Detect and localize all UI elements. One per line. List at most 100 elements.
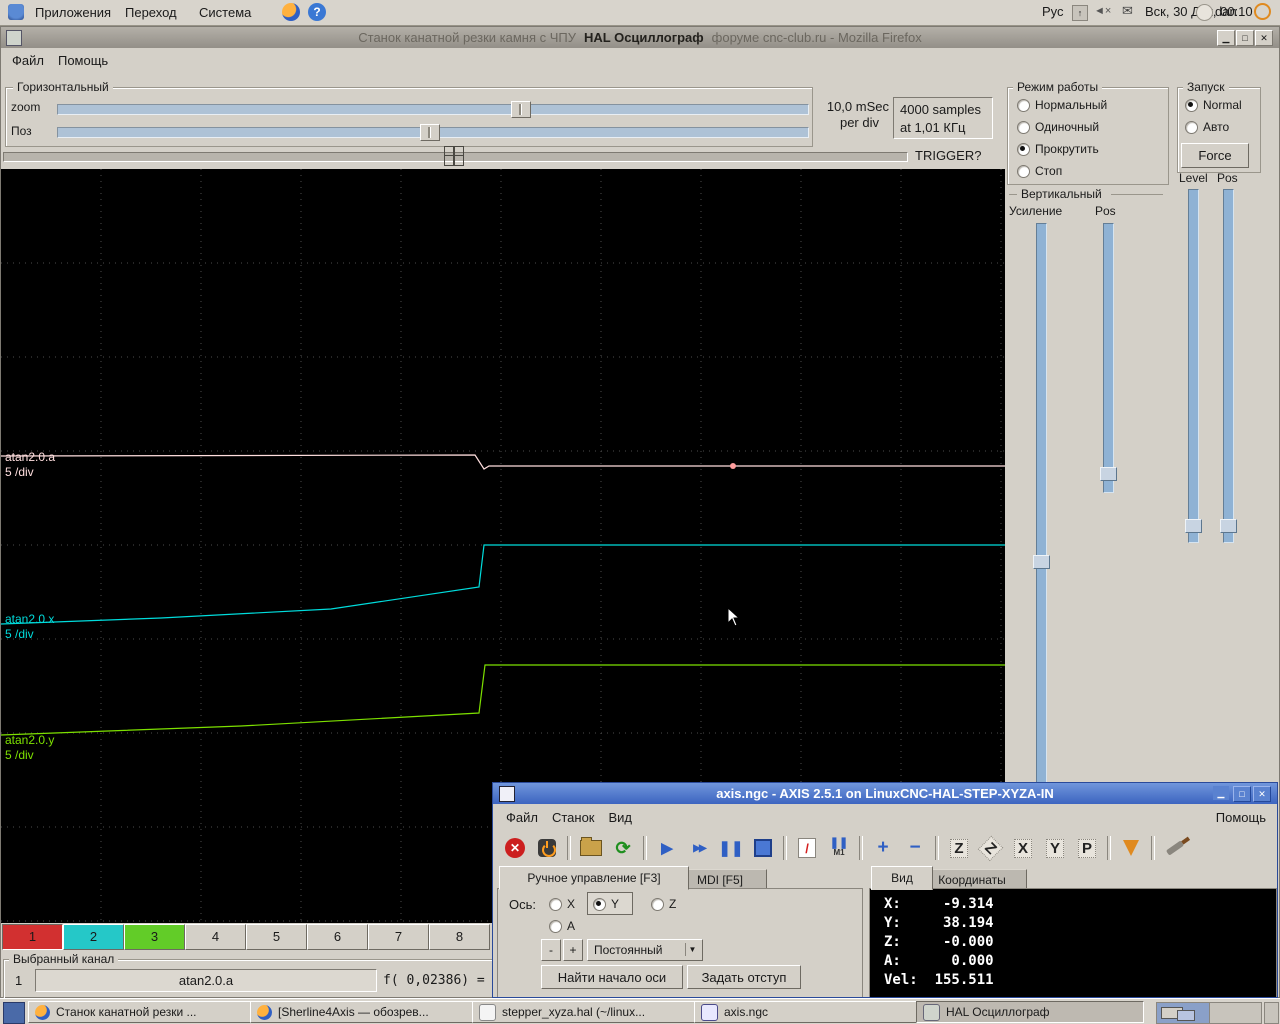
mouse-cursor: [727, 607, 741, 630]
machine-power-icon[interactable]: [533, 834, 561, 862]
keyboard-layout-indicator[interactable]: Рус: [1042, 4, 1064, 19]
taskbar-item-axis[interactable]: axis.ngc: [694, 1001, 922, 1023]
axis-close-button[interactable]: ✕: [1253, 786, 1271, 802]
run-mode-single[interactable]: Одиночный: [1017, 120, 1099, 134]
run-icon[interactable]: ▶: [653, 834, 681, 862]
optional-pause-icon[interactable]: ❚❚M1: [825, 834, 853, 862]
vertical-pos-slider-trough[interactable]: [1103, 223, 1114, 493]
axis-window: axis.ngc - AXIS 2.5.1 on LinuxCNC-HAL-ST…: [492, 782, 1278, 998]
channel-8-button[interactable]: 8: [429, 924, 490, 950]
menu-applications[interactable]: Приложения: [28, 3, 118, 22]
maximize-button[interactable]: □: [1236, 30, 1254, 46]
taskbar-end-widget[interactable]: [1264, 1002, 1279, 1024]
channel-5-button[interactable]: 5: [246, 924, 307, 950]
workspace-1[interactable]: [1157, 1003, 1210, 1023]
view-x-icon[interactable]: X: [1009, 834, 1037, 862]
reload-icon[interactable]: ⟳: [609, 834, 637, 862]
axis-menu-machine[interactable]: Станок: [545, 808, 602, 827]
user-switcher-icon[interactable]: [1196, 4, 1213, 21]
axis-menu-file[interactable]: Файл: [499, 808, 545, 827]
taskbar-item-editor[interactable]: stepper_xyza.hal (~/linux...: [472, 1001, 700, 1023]
estop-icon[interactable]: ✕: [501, 834, 529, 862]
clear-plot-icon[interactable]: [1161, 834, 1189, 862]
taskbar-item-firefox-2[interactable]: [Sherline4Axis — обозрев...: [250, 1001, 478, 1023]
run-mode-stop[interactable]: Стоп: [1017, 164, 1062, 178]
axis-titlebar[interactable]: axis.ngc - AXIS 2.5.1 on LinuxCNC-HAL-ST…: [493, 783, 1277, 804]
run-mode-normal[interactable]: Нормальный: [1017, 98, 1107, 112]
menu-help[interactable]: Помощь: [51, 51, 115, 70]
channel-2-button[interactable]: 2: [63, 924, 124, 950]
show-desktop-button[interactable]: [3, 1002, 25, 1024]
trigger-auto[interactable]: Авто: [1185, 120, 1229, 134]
channel-1-button[interactable]: 1: [2, 924, 63, 950]
tool-cone-icon[interactable]: [1117, 834, 1145, 862]
level-slider-handle[interactable]: [1185, 519, 1202, 533]
zoom-in-icon[interactable]: +: [869, 834, 897, 862]
toolbar-separator: [643, 836, 647, 860]
axis-radio-a[interactable]: A: [549, 919, 575, 933]
selected-channel-signal-field[interactable]: atan2.0.a: [35, 969, 377, 992]
axis-menu-view[interactable]: Вид: [602, 808, 640, 827]
halscope-titlebar[interactable]: Станок канатной резки камня с ЧПУ HAL Ос…: [1, 27, 1279, 48]
skip-lines-icon[interactable]: /: [793, 834, 821, 862]
workspace-2[interactable]: [1210, 1003, 1262, 1023]
minimize-button[interactable]: ▁: [1217, 30, 1235, 46]
channel-4-button[interactable]: 4: [185, 924, 246, 950]
tab-dro[interactable]: Координаты: [917, 869, 1027, 890]
open-file-icon[interactable]: [577, 834, 605, 862]
channel-3-button[interactable]: 3: [124, 924, 185, 950]
dro-a: A: 0.000: [884, 952, 1276, 971]
workspace-switcher[interactable]: [1156, 1002, 1262, 1024]
pause-icon[interactable]: ❚❚: [717, 834, 745, 862]
jog-minus-button[interactable]: -: [541, 939, 561, 961]
firefox-launcher-icon[interactable]: [282, 3, 300, 21]
gain-slider-handle[interactable]: [1033, 555, 1050, 569]
user-name[interactable]: dan: [1215, 4, 1237, 19]
zoom-slider-trough[interactable]: [57, 104, 809, 115]
view-z-icon[interactable]: Z: [945, 834, 973, 862]
trigger-normal[interactable]: Normal: [1185, 98, 1242, 112]
trigger-pos-slider-trough[interactable]: [1223, 189, 1234, 543]
position-slider-handle[interactable]: [420, 124, 440, 141]
volume-muted-icon[interactable]: ◄×: [1094, 5, 1111, 17]
taskbar-item-firefox-1[interactable]: Станок канатной резки ...: [28, 1001, 256, 1023]
axis-minimize-button[interactable]: ▁: [1213, 786, 1229, 800]
channel-7-button[interactable]: 7: [368, 924, 429, 950]
axis-maximize-button[interactable]: □: [1233, 786, 1251, 802]
help-launcher-icon[interactable]: ?: [308, 3, 326, 21]
trigger-position-handle[interactable]: [444, 146, 464, 166]
axis-radio-x[interactable]: X: [549, 897, 575, 911]
touch-off-button[interactable]: Задать отступ: [687, 965, 801, 989]
step-icon[interactable]: ▶▶: [685, 834, 713, 862]
axis-menu-help[interactable]: Помощь: [1209, 808, 1273, 827]
level-slider-trough[interactable]: [1188, 189, 1199, 543]
force-button[interactable]: Force: [1181, 143, 1249, 168]
close-button[interactable]: ✕: [1255, 30, 1273, 46]
input-applet-icon[interactable]: ↑: [1072, 5, 1088, 21]
tab-preview[interactable]: Вид: [871, 866, 933, 890]
axis-radio-y[interactable]: Y: [593, 897, 619, 911]
jog-plus-button[interactable]: +: [563, 939, 583, 961]
view-p-icon[interactable]: P: [1073, 834, 1101, 862]
home-axis-button[interactable]: Найти начало оси: [541, 965, 683, 989]
shutdown-icon[interactable]: [1254, 3, 1271, 20]
run-mode-roll[interactable]: Прокрутить: [1017, 142, 1099, 156]
gain-slider-trough[interactable]: [1036, 223, 1047, 785]
view-y-icon[interactable]: Y: [1041, 834, 1069, 862]
trigger-pos-slider-handle[interactable]: [1220, 519, 1237, 533]
channel-6-button[interactable]: 6: [307, 924, 368, 950]
taskbar-item-halscope[interactable]: HAL Осциллограф: [916, 1001, 1144, 1023]
vertical-pos-slider-handle[interactable]: [1100, 467, 1117, 481]
menu-system[interactable]: Система: [192, 3, 258, 22]
menu-places[interactable]: Переход: [118, 3, 184, 22]
horizontal-group: [5, 87, 813, 147]
zoom-slider-handle[interactable]: [511, 101, 531, 118]
mail-icon[interactable]: ✉: [1122, 3, 1133, 19]
axis-radio-z[interactable]: Z: [651, 897, 676, 911]
view-z2-icon[interactable]: Z: [977, 834, 1005, 862]
tab-manual-control[interactable]: Ручное управление [F3]: [499, 866, 689, 890]
menu-file[interactable]: Файл: [5, 51, 51, 70]
zoom-out-icon[interactable]: −: [901, 834, 929, 862]
jog-speed-dropdown[interactable]: Постоянный ▼: [587, 939, 703, 961]
stop-icon[interactable]: [749, 834, 777, 862]
